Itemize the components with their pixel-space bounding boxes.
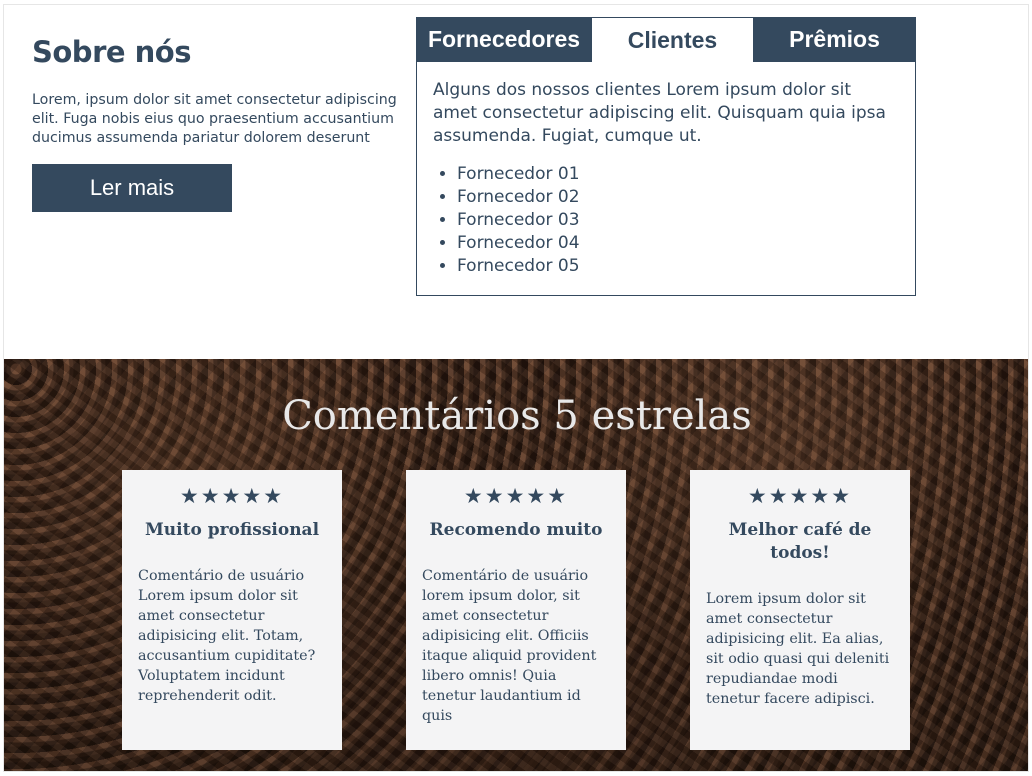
review-heading: Muito profissional — [144, 520, 320, 540]
review-comment: Comentário de usuário Lorem ipsum dolor … — [138, 568, 316, 704]
review-heading: Recomendo muito — [429, 520, 603, 540]
supplier-list: Fornecedor 01 Fornecedor 02 Fornecedor 0… — [433, 163, 899, 278]
tab-clientes[interactable]: Clientes — [592, 17, 753, 62]
about-title: Sobre nós — [32, 35, 191, 69]
reviews-section: Comentários 5 estrelas ★★★★★ Muito profi… — [4, 359, 1028, 771]
tab-premios[interactable]: Prêmios — [753, 17, 916, 62]
review-comment: Lorem ipsum dolor sit amet consectetur a… — [706, 591, 890, 707]
tab-panel-clientes: Alguns dos nossos clientes Lorem ipsum d… — [416, 62, 916, 296]
list-item: Fornecedor 01 — [457, 163, 899, 186]
review-heading: Melhor café de todos! — [728, 520, 872, 563]
reviews-title: Comentários 5 estrelas — [282, 393, 752, 439]
tab-panel-intro: Alguns dos nossos clientes Lorem ipsum d… — [433, 80, 886, 146]
review-comment: Comentário de usuário lorem ipsum dolor,… — [422, 568, 597, 724]
review-card: ★★★★★ Melhor café de todos! Lorem ipsum … — [690, 470, 910, 750]
tab-bar: Fornecedores Clientes Prêmios — [416, 17, 916, 62]
list-item: Fornecedor 05 — [457, 255, 899, 278]
review-card: ★★★★★ Recomendo muito Comentário de usuá… — [406, 470, 626, 750]
list-item: Fornecedor 03 — [457, 209, 899, 232]
about-text: Lorem, ipsum dolor sit amet consectetur … — [32, 92, 397, 146]
tab-fornecedores[interactable]: Fornecedores — [416, 17, 592, 62]
list-item: Fornecedor 04 — [457, 232, 899, 255]
list-item: Fornecedor 02 — [457, 186, 899, 209]
star-rating-icon: ★★★★★ — [747, 484, 853, 508]
review-card: ★★★★★ Muito profissional Comentário de u… — [122, 470, 342, 750]
star-rating-icon: ★★★★★ — [179, 484, 285, 508]
page-frame: Sobre nós Lorem, ipsum dolor sit amet co… — [3, 4, 1029, 772]
read-more-button[interactable]: Ler mais — [32, 164, 232, 212]
star-rating-icon: ★★★★★ — [463, 484, 569, 508]
